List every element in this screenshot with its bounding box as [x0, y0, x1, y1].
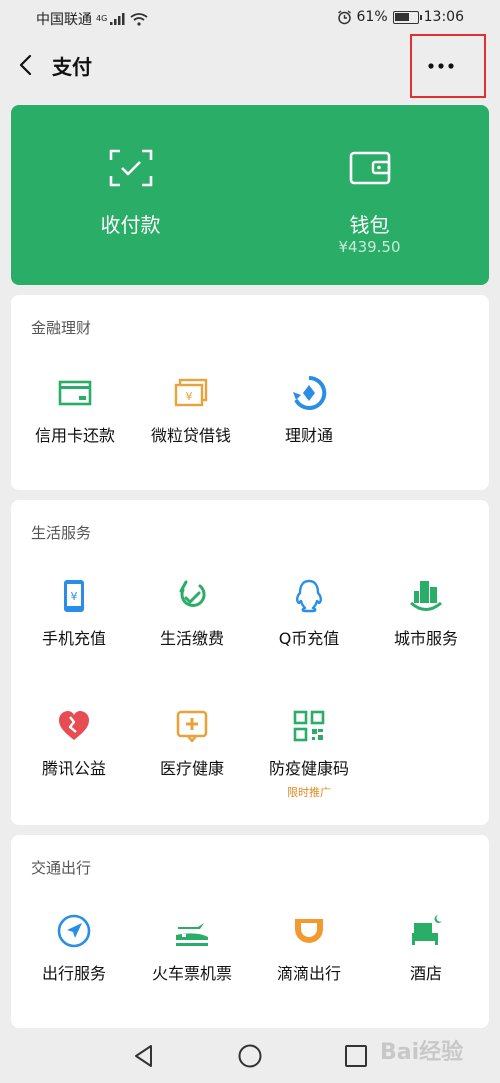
section-title: 生活服务 — [31, 524, 92, 542]
svg-text:¥: ¥ — [186, 390, 193, 403]
more-dots-icon — [428, 63, 454, 69]
svg-text:¥: ¥ — [71, 590, 78, 603]
battery-icon — [392, 10, 422, 24]
health-code-item[interactable]: 防疫健康码 限时推广 — [249, 708, 369, 808]
phone-recharge-item[interactable]: ¥ 手机充值 — [14, 578, 134, 678]
life-services-section: 生活服务 ¥ 手机充值 生活缴费 Q币充值 城市服务 腾讯公益 医疗健康 防疫健… — [11, 500, 489, 825]
charity-heart-icon — [59, 711, 89, 740]
carrier-name: 中国联通 — [36, 12, 92, 28]
medical-health-item[interactable]: 医疗健康 — [132, 708, 252, 808]
wallet-card: 收付款 钱包 ¥439.50 — [11, 105, 489, 285]
signal-icon — [110, 13, 125, 25]
system-recents-button[interactable] — [342, 1042, 370, 1070]
medical-cross-icon — [176, 710, 208, 743]
square-recents-icon — [345, 1045, 367, 1067]
alarm-icon — [337, 9, 351, 24]
circle-home-icon — [238, 1044, 262, 1068]
credit-card-repay-item[interactable]: 信用卡还款 — [15, 375, 135, 475]
credit-card-icon — [58, 380, 92, 406]
city-service-item[interactable]: 城市服务 — [366, 578, 486, 678]
phone-recharge-icon: ¥ — [64, 580, 84, 612]
receive-pay-label: 收付款 — [100, 213, 161, 237]
item-label: 火车票机票 — [151, 964, 232, 983]
utility-bill-icon — [179, 580, 206, 608]
weilidai-loan-item[interactable]: ¥ 微粒贷借钱 — [131, 375, 251, 475]
hotel-bed-icon — [412, 915, 442, 945]
system-back-button[interactable] — [130, 1042, 158, 1070]
section-title: 金融理财 — [31, 319, 92, 337]
didi-item[interactable]: 滴滴出行 — [249, 913, 369, 1013]
didi-icon — [295, 919, 323, 943]
finance-section: 金融理财 信用卡还款 ¥ 微粒贷借钱 理财通 — [11, 295, 489, 490]
qr-code-icon — [293, 710, 325, 742]
licaitong-icon — [293, 375, 327, 410]
promo-tag: 限时推广 — [287, 786, 331, 799]
system-home-button[interactable] — [236, 1042, 264, 1070]
back-button[interactable] — [14, 50, 40, 80]
receive-pay-button[interactable]: 收付款 — [11, 105, 250, 285]
navigation-arrow-icon — [57, 914, 91, 948]
wallet-button[interactable]: 钱包 ¥439.50 — [250, 105, 489, 285]
wallet-balance: ¥439.50 — [338, 238, 401, 256]
qq-penguin-icon — [296, 579, 322, 613]
loan-money-icon: ¥ — [174, 378, 208, 407]
item-label: 城市服务 — [393, 629, 458, 648]
item-label: 微粒贷借钱 — [150, 426, 231, 445]
more-options-button[interactable] — [410, 34, 486, 98]
scan-check-icon — [109, 149, 152, 187]
item-label: 酒店 — [409, 964, 442, 983]
item-label: Q币充值 — [278, 629, 340, 648]
travel-service-item[interactable]: 出行服务 — [14, 913, 134, 1013]
chevron-left-icon — [19, 54, 32, 76]
item-label: 腾讯公益 — [41, 759, 106, 778]
battery-percent: 61% — [356, 9, 388, 25]
item-label: 理财通 — [284, 426, 333, 445]
network-type: 4G — [96, 14, 108, 23]
train-flight-item[interactable]: 火车票机票 — [132, 913, 252, 1013]
clock-time: 13:06 — [423, 9, 464, 25]
section-title: 交通出行 — [31, 859, 92, 877]
wifi-icon — [130, 12, 148, 26]
train-plane-icon — [176, 923, 208, 946]
nav-bar: 支付 — [0, 34, 500, 98]
item-label: 防疫健康码 — [268, 759, 349, 778]
status-bar: 中国联通 4G 61% 13:06 — [0, 0, 500, 34]
item-label: 医疗健康 — [159, 759, 224, 778]
tencent-charity-item[interactable]: 腾讯公益 — [14, 708, 134, 808]
item-label: 滴滴出行 — [276, 964, 341, 983]
wallet-icon — [349, 151, 390, 185]
item-label: 手机充值 — [41, 629, 106, 648]
item-label: 出行服务 — [41, 964, 106, 983]
transport-section: 交通出行 出行服务 火车票机票 滴滴出行 酒店 — [11, 835, 489, 1028]
licaitong-item[interactable]: 理财通 — [249, 375, 369, 475]
wallet-label: 钱包 — [349, 213, 390, 237]
utility-bill-item[interactable]: 生活缴费 — [132, 578, 252, 678]
q-coin-recharge-item[interactable]: Q币充值 — [249, 578, 369, 678]
watermark: Bai经验 — [380, 1040, 464, 1065]
triangle-back-icon — [135, 1045, 152, 1067]
page-title: 支付 — [52, 55, 92, 79]
item-label: 信用卡还款 — [34, 426, 115, 445]
item-label: 生活缴费 — [159, 629, 224, 648]
hotel-item[interactable]: 酒店 — [366, 913, 486, 1013]
city-building-icon — [410, 581, 442, 611]
